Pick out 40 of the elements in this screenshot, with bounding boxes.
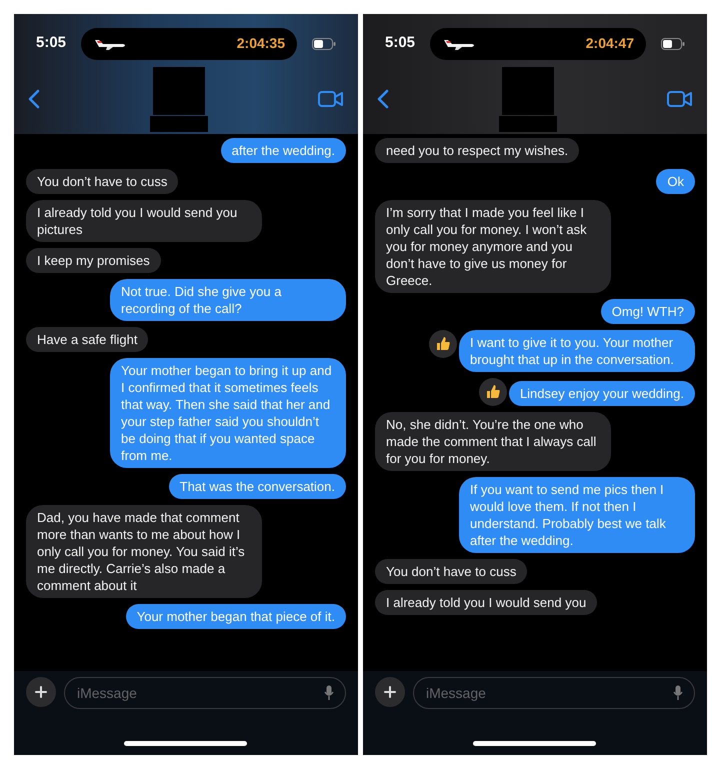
sent-message: Your mother began to bring it up and I confirmed that it sometimes feels that way. Then she said that her and your step father said you shouldn’t be doing that if you wanted space from me.	[110, 358, 346, 468]
received-message: You don’t have to cuss	[26, 169, 178, 194]
received-message: Have a safe flight	[26, 327, 148, 352]
sent-message: That was the conversation.	[168, 474, 346, 499]
sent-message: I want to give it to you. Your mother brought that up in the conversation.	[459, 330, 695, 372]
activity-timer: 2:04:35	[236, 34, 286, 53]
video-camera-icon[interactable]	[318, 90, 344, 108]
battery-icon	[312, 38, 336, 50]
received-message: Dad, you have made that comment more than wants to me about how I only call you for money. You said it’s me directly. Carrie’s also made a comment about it	[26, 505, 262, 598]
sent-message: Ok	[656, 169, 695, 194]
message-input-field[interactable]: iMessage	[413, 677, 695, 709]
received-message: I already told you I would send you pictures	[26, 200, 262, 242]
plus-icon	[35, 686, 47, 698]
sent-message: Not true. Did she give you a recording of the call?	[110, 279, 346, 321]
add-button[interactable]	[26, 677, 56, 707]
sent-message: Your mother began that piece of it.	[126, 604, 346, 629]
sent-message: Lindsey enjoy your wedding.	[508, 381, 695, 406]
video-camera-icon[interactable]	[667, 90, 693, 108]
clock: 5:05	[385, 33, 416, 54]
sent-message: Omg! WTH?	[600, 299, 695, 324]
received-message: I’m sorry that I made you feel like I only call you for money. I won’t ask you for money anymore and you don’t have to give us money for Greece.	[375, 200, 611, 293]
airplane-icon	[93, 38, 128, 50]
microphone-icon[interactable]	[324, 685, 334, 701]
message-input-field[interactable]: iMessage	[64, 677, 346, 709]
back-chevron-icon[interactable]	[28, 89, 40, 109]
received-message: need you to respect my wishes.	[375, 138, 580, 163]
clock: 5:05	[36, 33, 66, 54]
back-chevron-icon[interactable]	[377, 89, 389, 109]
received-message: You don’t have to cuss	[375, 559, 528, 584]
received-message: I keep my promises	[26, 248, 161, 273]
received-message: No, she didn’t. You’re the one who made the comment that I always call for you for money.	[375, 412, 611, 471]
battery-icon	[661, 38, 685, 50]
received-message: I already told you I would send you	[375, 590, 598, 615]
activity-timer: 2:04:47	[586, 34, 634, 53]
microphone-icon[interactable]	[673, 685, 683, 701]
sent-message: after the wedding.	[220, 138, 346, 163]
sent-message: If you want to send me pics then I would love them. If not then I understand. Probably best we talk after the wedding.	[459, 477, 695, 553]
add-button[interactable]	[375, 677, 405, 707]
plus-icon	[384, 686, 396, 698]
airplane-icon	[442, 38, 476, 50]
